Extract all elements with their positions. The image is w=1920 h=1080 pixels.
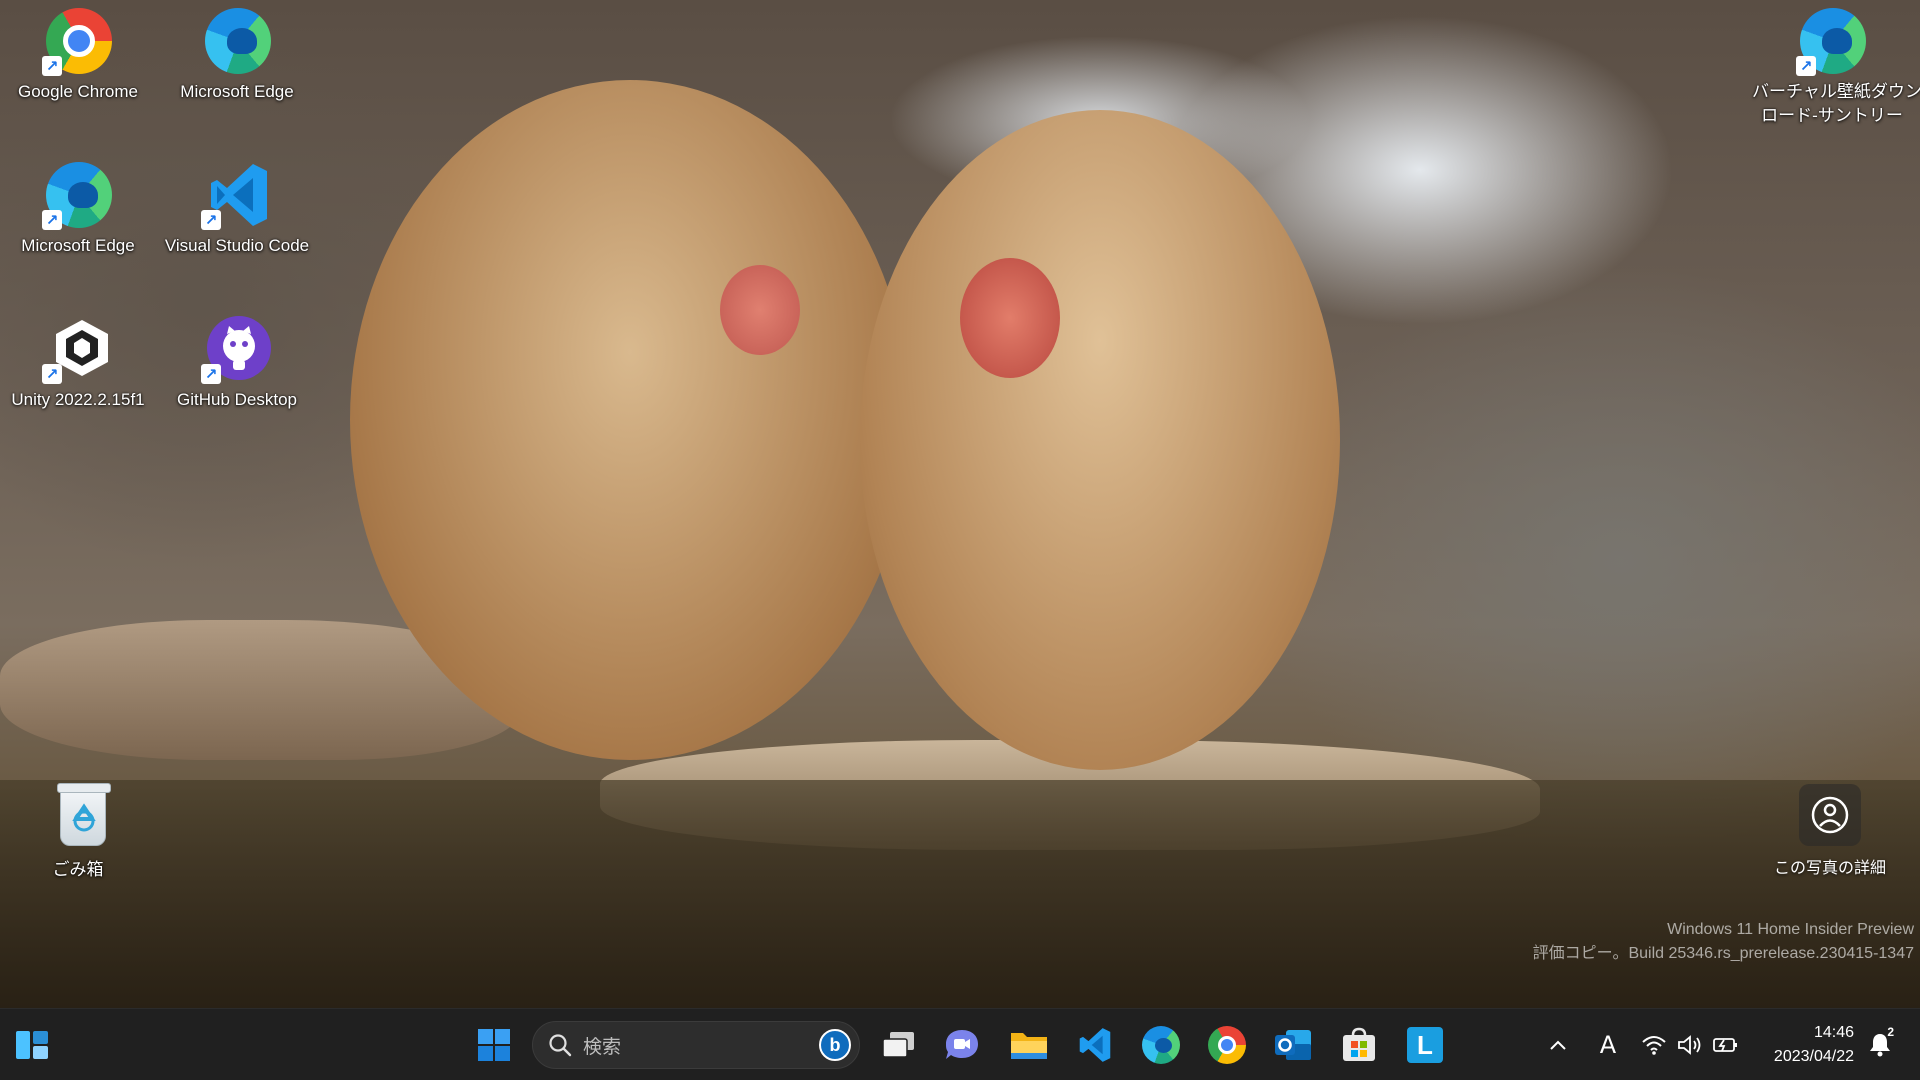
desktop-icon-recycle-bin[interactable]: ごみ箱 (3, 782, 153, 882)
clock-time: 14:46 (1813, 1024, 1854, 1041)
github-desktop-icon: ↗ (199, 312, 275, 388)
outlook-taskbar-button[interactable] (1267, 1019, 1319, 1071)
desktop-icon-virtual-wallpaper[interactable]: ↗ バーチャル壁紙ダウン ロード-サントリー (1752, 4, 1920, 128)
l-app-icon: L (1407, 1027, 1443, 1063)
chrome-icon (1208, 1026, 1246, 1064)
desktop-icon-label: Visual Studio Code (164, 236, 310, 255)
photo-info-icon (1811, 796, 1849, 834)
desktop-icon-microsoft-edge-shortcut[interactable]: ↗ Microsoft Edge (3, 158, 153, 258)
watermark-line1: Windows 11 Home Insider Preview (1667, 921, 1914, 938)
desktop-icon-label: GitHub Desktop (177, 390, 297, 409)
shortcut-arrow-icon: ↗ (1796, 56, 1816, 76)
battery-charging-icon (1713, 1038, 1737, 1052)
teams-chat-icon (946, 1030, 978, 1059)
wallpaper-monkey-face-left (720, 265, 800, 355)
volume-button[interactable] (1674, 1029, 1706, 1061)
desktop-icon-label-line2: ロード-サントリー (1761, 106, 1903, 125)
wallpaper-monkey-right (860, 110, 1340, 770)
desktop-icon-google-chrome[interactable]: ↗ Google Chrome (3, 4, 153, 104)
desktop-icon-label: ごみ箱 (52, 860, 104, 879)
ime-mode-label: A (1599, 1031, 1617, 1059)
bing-icon[interactable]: b (819, 1029, 851, 1061)
taskbar: 検索 b L A 14:46 2023/04/22 2 (0, 1008, 1920, 1080)
show-hidden-icons-button[interactable] (1542, 1029, 1574, 1061)
wifi-icon (1642, 1036, 1666, 1055)
desktop-icon-label: Google Chrome (17, 82, 138, 101)
folder-icon (1011, 1033, 1047, 1059)
ime-indicator[interactable]: A (1592, 1029, 1624, 1061)
desktop-wallpaper (0, 0, 1920, 1008)
desktop-icon-label-line1: バーチャル壁紙ダウン (1752, 82, 1920, 101)
task-view-button[interactable] (873, 1019, 925, 1071)
start-button[interactable] (468, 1019, 520, 1071)
edge-icon (1142, 1026, 1180, 1064)
desktop-icon-unity[interactable]: ↗ Unity 2022.2.15f1 (3, 312, 153, 412)
photo-details-label: この写真の詳細 (1773, 860, 1886, 877)
clock-date: 2023/04/22 (1773, 1048, 1854, 1065)
wifi-button[interactable] (1638, 1029, 1670, 1061)
wallpaper-water (0, 780, 1920, 1008)
widgets-icon (16, 1031, 48, 1059)
wallpaper-monkey-left (350, 80, 910, 760)
notification-count-badge: 2 (1887, 1025, 1894, 1039)
notification-center-button[interactable]: 2 (1864, 1025, 1896, 1061)
desktop-icon-visual-studio-code[interactable]: ↗ Visual Studio Code (162, 158, 312, 258)
desktop-icon-github-desktop[interactable]: ↗ GitHub Desktop (162, 312, 312, 412)
task-view-icon (882, 1032, 914, 1058)
edge-icon (199, 4, 275, 80)
edge-taskbar-button[interactable] (1135, 1019, 1187, 1071)
edge-icon: ↗ (1794, 4, 1870, 80)
chrome-icon: ↗ (40, 4, 116, 80)
store-icon (1343, 1027, 1375, 1061)
shortcut-arrow-icon: ↗ (42, 210, 62, 230)
chrome-taskbar-button[interactable] (1201, 1019, 1253, 1071)
chat-button[interactable] (936, 1019, 988, 1071)
chevron-up-icon (1550, 1040, 1566, 1050)
desktop-icon-microsoft-edge[interactable]: Microsoft Edge (162, 4, 312, 104)
unity-icon: ↗ (40, 312, 116, 388)
store-taskbar-button[interactable] (1333, 1019, 1385, 1071)
desktop-icon-label: Microsoft Edge (21, 236, 135, 255)
search-placeholder: 検索 (583, 1035, 622, 1058)
taskbar-clock[interactable]: 14:46 2023/04/22 (1762, 1021, 1854, 1069)
edge-icon: ↗ (40, 158, 116, 234)
battery-button[interactable] (1710, 1029, 1742, 1061)
wallpaper-monkey-face-right (960, 258, 1060, 378)
outlook-icon (1275, 1030, 1311, 1060)
vscode-icon: ↗ (199, 158, 275, 234)
vscode-icon (1079, 1028, 1111, 1062)
desktop-icon-label: Microsoft Edge (180, 82, 294, 101)
shortcut-arrow-icon: ↗ (42, 364, 62, 384)
windows-start-icon (478, 1029, 510, 1061)
desktop-icon-label: Unity 2022.2.15f1 (11, 390, 145, 409)
photo-info-button[interactable] (1799, 784, 1861, 846)
l-app-taskbar-button[interactable]: L (1399, 1019, 1451, 1071)
search-icon (549, 1034, 572, 1057)
shortcut-arrow-icon: ↗ (201, 364, 221, 384)
watermark-line2: 評価コピー。Build 25346.rs_prerelease.230415-1… (1532, 945, 1914, 962)
recycle-bin-icon (40, 782, 116, 858)
volume-icon (1678, 1035, 1701, 1055)
widgets-button[interactable] (6, 1019, 58, 1071)
photo-details[interactable]: この写真の詳細 (1760, 784, 1900, 878)
vscode-taskbar-button[interactable] (1069, 1019, 1121, 1071)
file-explorer-button[interactable] (1003, 1019, 1055, 1071)
taskbar-search-box[interactable]: 検索 b (532, 1021, 860, 1069)
windows-watermark: Windows 11 Home Insider Preview 評価コピー。Bu… (1533, 918, 1914, 966)
shortcut-arrow-icon: ↗ (201, 210, 221, 230)
shortcut-arrow-icon: ↗ (42, 56, 62, 76)
